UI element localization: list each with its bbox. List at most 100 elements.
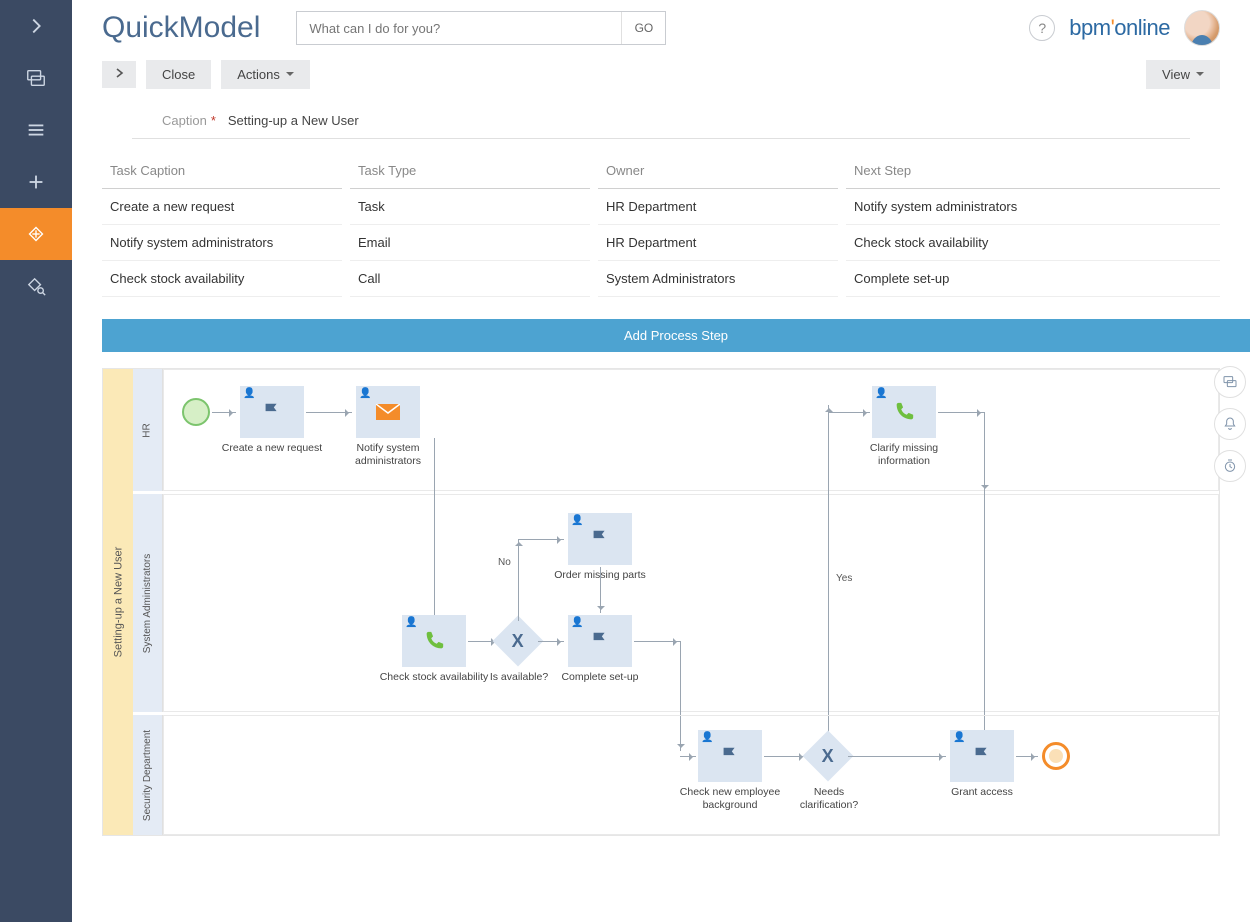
table-row[interactable]: Create a new request Task HR Department … [102,189,1220,225]
lane-hr: HR 👤 Create a new request 👤 Notify syste… [133,369,1219,491]
pool-title: Setting-up a New User [103,369,133,835]
pool-title-text: Setting-up a New User [112,547,124,658]
person-icon: 👤 [359,388,371,399]
lane-body[interactable]: 👤 Check new employee background X Needs … [163,715,1219,835]
fab-chat-icon[interactable] [1214,366,1246,398]
close-button[interactable]: Close [146,60,211,89]
person-icon: 👤 [953,732,965,743]
flow-arrow [984,492,985,752]
task-clarify-info[interactable]: 👤 Clarify missing information [872,386,936,438]
person-icon: 👤 [243,388,255,399]
cell: Notify system administrators [846,189,1220,225]
end-event[interactable] [1042,742,1070,770]
edge-label-no: No [498,557,511,568]
cell: Check stock availability [846,225,1220,261]
table-row[interactable]: Notify system administrators Email HR De… [102,225,1220,261]
lane-body[interactable]: 👤 Check stock availability X Is availabl… [163,494,1219,712]
task-check-stock[interactable]: 👤 Check stock availability [402,615,466,667]
lane-title: HR [133,369,163,491]
cell: HR Department [598,225,838,261]
rail-plus[interactable] [0,156,72,208]
actions-dropdown[interactable]: Actions [221,60,310,89]
topbar: QuickModel GO ? bpm'online [72,0,1250,60]
rail-diamond-search[interactable] [0,260,72,312]
view-dropdown[interactable]: View [1146,60,1220,89]
lane-body[interactable]: 👤 Create a new request 👤 Notify system a… [163,369,1219,491]
brand-logo: bpm'online [1069,15,1170,41]
gateway-needs-clarification[interactable]: X [803,731,854,782]
caption-value[interactable]: Setting-up a New User [228,113,359,128]
task-grant-access[interactable]: 👤 Grant access [950,730,1014,782]
col-owner[interactable]: Owner [598,153,838,189]
rail-diamond[interactable] [0,208,72,260]
caption-row: Caption * Setting-up a New User [132,99,1190,139]
process-diagram: Setting-up a New User HR 👤 Create a new … [102,368,1220,836]
cell: HR Department [598,189,838,225]
flow-arrow [434,438,435,634]
flow-arrow [828,412,870,413]
table-row[interactable]: Check stock availability Call System Adm… [102,261,1220,297]
person-icon: 👤 [701,732,713,743]
task-label: Create a new request [217,442,327,455]
flow-arrow [634,641,680,642]
col-next-step[interactable]: Next Step [846,153,1220,189]
cell: Complete set-up [846,261,1220,297]
person-icon: 👤 [875,388,887,399]
task-check-background[interactable]: 👤 Check new employee background [698,730,762,782]
cell: Call [350,261,590,297]
person-icon: 👤 [571,617,583,628]
search-input[interactable] [297,21,621,36]
task-label: Grant access [927,786,1037,799]
brand-part1: bpm [1069,15,1110,40]
person-icon: 👤 [405,617,417,628]
add-process-step-button[interactable]: Add Process Step [102,319,1250,352]
flow-arrow [538,641,564,642]
task-table: Task Caption Task Type Owner Next Step C… [72,139,1250,297]
fab-bell-icon[interactable] [1214,408,1246,440]
edge-label-yes: Yes [836,573,852,584]
task-create-request[interactable]: 👤 Create a new request [240,386,304,438]
brand-part2: online [1114,15,1170,40]
gateway-label: Needs clarification? [784,786,874,811]
go-button[interactable]: GO [621,12,665,44]
person-icon: 👤 [571,515,583,526]
flow-arrow [600,567,601,613]
task-label: Complete set-up [545,671,655,684]
gateway-is-available[interactable]: X [493,616,544,667]
rail-list[interactable] [0,104,72,156]
flow-arrow [984,412,985,492]
caption-label: Caption [162,113,207,128]
back-button[interactable] [102,61,136,88]
flow-arrow [1016,756,1038,757]
flow-arrow [680,756,696,757]
task-complete-setup[interactable]: 👤 Complete set-up [568,615,632,667]
toolbar: Close Actions View [72,60,1250,99]
avatar[interactable] [1184,10,1220,46]
task-label: Notify system administrators [333,442,443,467]
app-title: QuickModel [102,11,260,45]
search-box: GO [296,11,666,45]
cell: Task [350,189,590,225]
task-label: Check new employee background [675,786,785,811]
task-label: Clarify missing information [849,442,959,467]
cell: Notify system administrators [102,225,342,261]
lane-security: Security Department 👤 Check new employee… [133,715,1219,835]
main-area: QuickModel GO ? bpm'online Close Actions… [72,0,1250,922]
start-event[interactable] [182,398,210,426]
required-mark: * [211,113,216,128]
task-order-missing[interactable]: 👤 Order missing parts [568,513,632,565]
rail-expand[interactable] [0,0,72,52]
rail-chat[interactable] [0,52,72,104]
lane-title-text: HR [142,423,153,437]
col-task-caption[interactable]: Task Caption [102,153,342,189]
cell: System Administrators [598,261,838,297]
help-button[interactable]: ? [1029,15,1055,41]
flow-arrow [848,756,946,757]
task-notify-admins[interactable]: 👤 Notify system administrators [356,386,420,438]
flow-arrow [518,539,564,540]
fab-clock-icon[interactable] [1214,450,1246,482]
cell: Create a new request [102,189,342,225]
task-label: Check stock availability [379,671,489,684]
left-rail [0,0,72,922]
col-task-type[interactable]: Task Type [350,153,590,189]
